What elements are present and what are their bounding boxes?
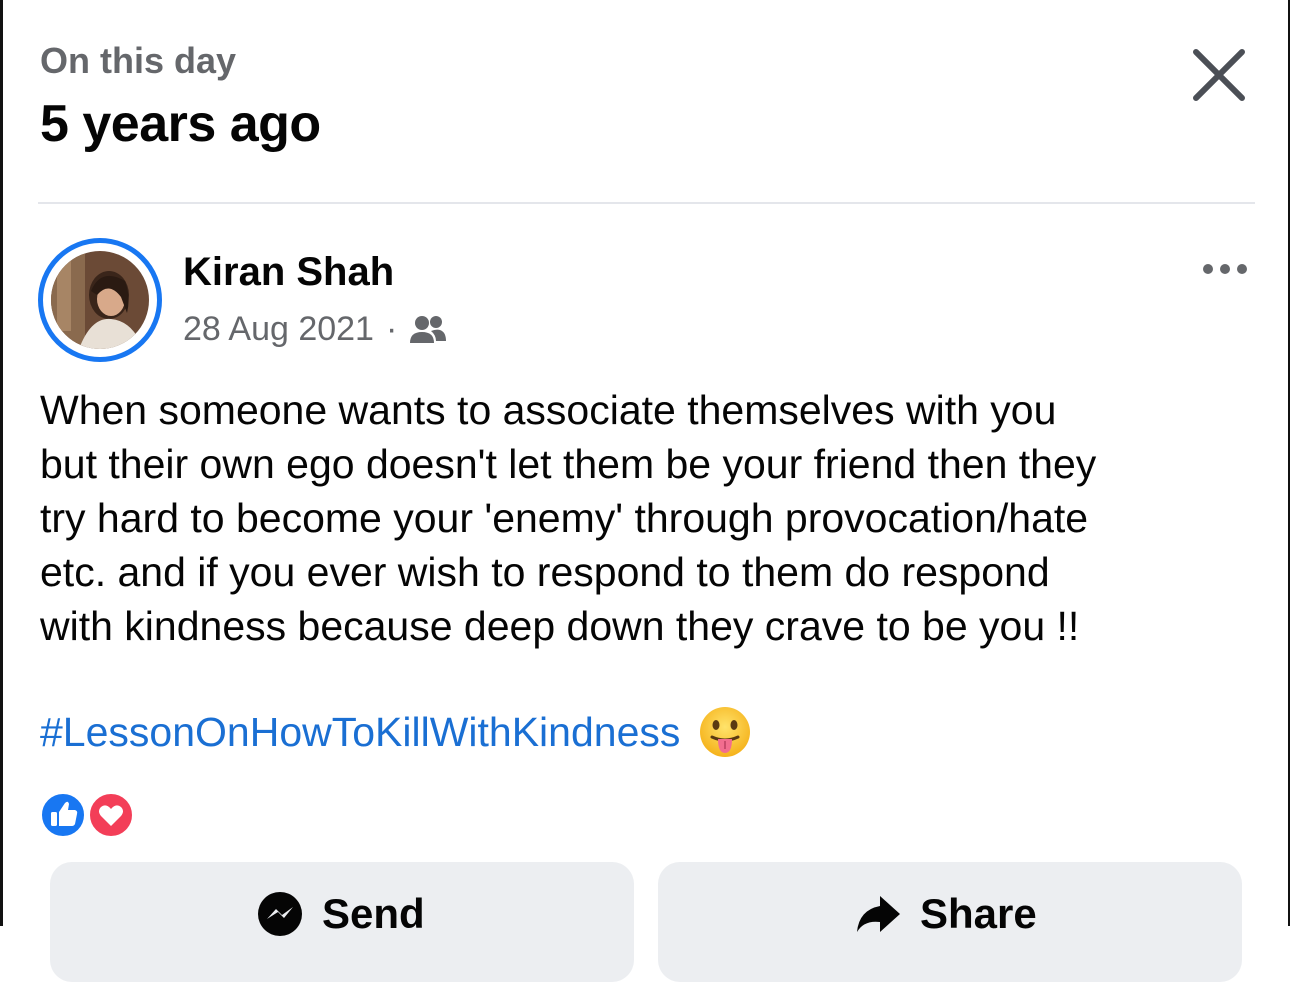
post-text: When someone wants to associate themselv… bbox=[40, 387, 1097, 649]
hashtag-link[interactable]: #LessonOnHowToKillWithKindness bbox=[40, 704, 680, 760]
close-button[interactable] bbox=[1188, 44, 1250, 106]
avatar-photo bbox=[51, 251, 149, 349]
post-meta: 28 Aug 2021 · bbox=[183, 310, 447, 349]
meta-separator: · bbox=[385, 310, 398, 348]
more-options-button[interactable] bbox=[1198, 258, 1252, 280]
love-reaction-icon bbox=[86, 790, 136, 840]
send-label: Send bbox=[322, 890, 425, 937]
author-name[interactable]: Kiran Shah bbox=[183, 250, 394, 295]
screen-left-edge bbox=[0, 0, 3, 926]
header-title: 5 years ago bbox=[40, 95, 321, 153]
close-icon bbox=[1193, 49, 1245, 101]
more-dot-icon bbox=[1220, 264, 1230, 274]
hashtag-line: #LessonOnHowToKillWithKindness bbox=[40, 704, 752, 760]
send-button[interactable]: Send bbox=[50, 862, 634, 982]
tongue-out-emoji-icon bbox=[700, 707, 751, 757]
share-arrow-icon bbox=[857, 896, 900, 932]
share-label: Share bbox=[920, 890, 1037, 937]
share-button[interactable]: Share bbox=[658, 862, 1242, 982]
friends-icon[interactable] bbox=[409, 313, 447, 347]
more-dot-icon bbox=[1203, 264, 1213, 274]
like-reaction-icon bbox=[38, 790, 88, 840]
author-avatar[interactable] bbox=[38, 238, 162, 362]
more-dot-icon bbox=[1237, 264, 1247, 274]
post-date[interactable]: 28 Aug 2021 bbox=[183, 310, 374, 349]
header-divider bbox=[38, 202, 1255, 204]
header-subtitle: On this day bbox=[40, 40, 237, 81]
messenger-icon bbox=[258, 892, 302, 936]
reactions-summary[interactable] bbox=[38, 790, 138, 840]
